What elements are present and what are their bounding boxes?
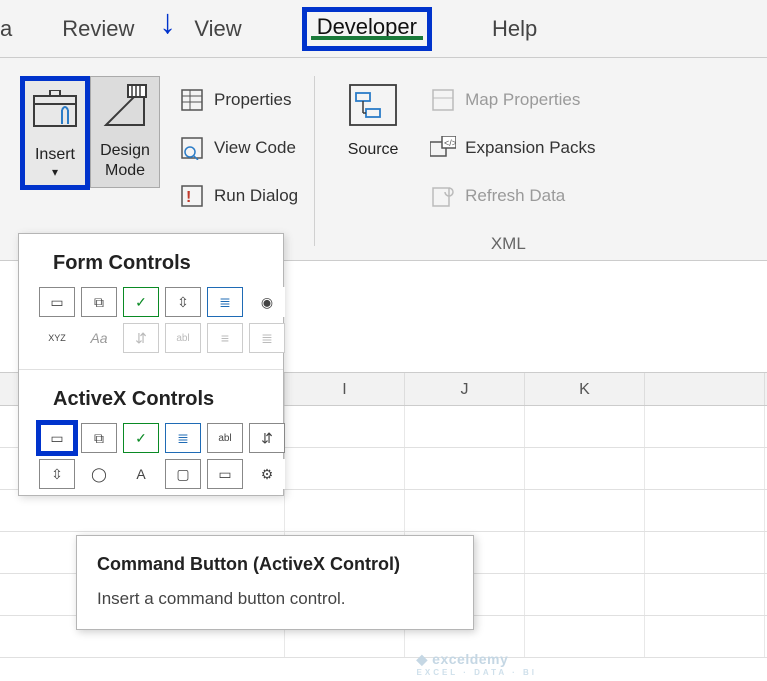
svg-text:</>: </> (444, 138, 456, 148)
expansion-packs-icon: </> (429, 134, 457, 162)
tooltip: Command Button (ActiveX Control) Insert … (76, 535, 474, 630)
tab-help[interactable]: Help (462, 0, 567, 57)
map-properties-button: Map Properties (429, 80, 595, 120)
refresh-data-button: Refresh Data (429, 176, 595, 216)
tab-developer[interactable]: Developer (272, 0, 462, 57)
activex-label-icon[interactable]: A (123, 459, 159, 489)
activex-controls-title: ActiveX Controls (19, 370, 283, 423)
map-properties-icon (429, 86, 457, 114)
watermark-sub: EXCEL · DATA · BI (417, 668, 537, 677)
properties-label: Properties (214, 90, 291, 110)
form-spin-icon[interactable]: ⇳ (165, 287, 201, 317)
view-code-label: View Code (214, 138, 296, 158)
tooltip-body: Insert a command button control. (97, 589, 453, 609)
source-icon (348, 82, 398, 128)
activex-scroll-icon[interactable]: ⇵ (249, 423, 285, 453)
xml-group-label: XML (421, 234, 595, 254)
activex-combo-icon[interactable]: ⧉ (81, 423, 117, 453)
insert-button[interactable]: Insert ▾ (20, 76, 90, 190)
run-dialog-label: Run Dialog (214, 186, 298, 206)
view-code-icon (178, 134, 206, 162)
form-list-icon[interactable]: ≣ (207, 287, 243, 317)
activex-checkbox-icon[interactable]: ✓ (123, 423, 159, 453)
tab-review[interactable]: Review (32, 0, 164, 57)
activex-toggle-icon[interactable]: ▭ (207, 459, 243, 489)
tooltip-title: Command Button (ActiveX Control) (97, 554, 453, 575)
chevron-down-icon: ▾ (52, 165, 58, 179)
form-combo-icon[interactable]: ⧉ (81, 287, 117, 317)
design-mode-label: Design Mode (100, 141, 150, 181)
annotation-arrow-icon: ↓ (159, 3, 176, 42)
activex-spin-icon[interactable]: ⇳ (39, 459, 75, 489)
ribbon-tabs: a Review View Developer Help (0, 0, 767, 58)
refresh-icon (429, 182, 457, 210)
col-header-j[interactable]: J (405, 373, 525, 405)
activex-command-button-icon[interactable]: ▭ (39, 423, 75, 453)
ruler-triangle-icon (100, 83, 150, 129)
col-header-i[interactable]: I (285, 373, 405, 405)
activex-text-icon[interactable]: abl (207, 423, 243, 453)
form-controls-title: Form Controls (19, 234, 283, 287)
insert-label: Insert (35, 145, 75, 165)
source-label: Source (348, 140, 399, 160)
col-header-k[interactable]: K (525, 373, 645, 405)
properties-icon (178, 86, 206, 114)
form-groupbox-icon[interactable]: XYZ (39, 323, 75, 353)
form-text-icon: abl (165, 323, 201, 353)
watermark-brand: exceldemy (432, 651, 508, 667)
form-combo3-icon: ≣ (249, 323, 285, 353)
watermark: ◆ exceldemy EXCEL · DATA · BI (417, 651, 537, 677)
run-dialog-button[interactable]: ! Run Dialog (178, 176, 298, 216)
ribbon-body: Insert ▾ Design Mode Properties View (0, 58, 767, 261)
form-checkbox-icon[interactable]: ✓ (123, 287, 159, 317)
properties-button[interactable]: Properties (178, 80, 298, 120)
form-label-icon[interactable]: Aa (81, 323, 117, 353)
activex-more-icon[interactable]: ⚙ (249, 459, 285, 489)
activex-list-icon[interactable]: ≣ (165, 423, 201, 453)
view-code-button[interactable]: View Code (178, 128, 298, 168)
run-dialog-icon: ! (178, 182, 206, 210)
toolbox-icon (30, 87, 80, 133)
activex-image-icon[interactable]: ▢ (165, 459, 201, 489)
source-button[interactable]: Source (331, 76, 415, 166)
form-button-icon[interactable]: ▭ (39, 287, 75, 317)
col-header[interactable] (645, 373, 765, 405)
tab-developer-label: Developer (302, 7, 432, 51)
expansion-packs-button[interactable]: </> Expansion Packs (429, 128, 595, 168)
tab-partial[interactable]: a (0, 0, 32, 57)
form-option-icon[interactable]: ◉ (249, 287, 285, 317)
expansion-packs-label: Expansion Packs (465, 138, 595, 158)
activex-option-icon[interactable]: ◯ (81, 459, 117, 489)
design-mode-button[interactable]: Design Mode (90, 76, 160, 188)
svg-text:!: ! (186, 189, 191, 206)
map-properties-label: Map Properties (465, 90, 580, 110)
tab-view[interactable]: View (164, 0, 271, 57)
form-combo2-icon: ≡ (207, 323, 243, 353)
insert-dropdown: Form Controls ▭ ⧉ ✓ ⇳ ≣ ◉ XYZ Aa ⇵ abl ≡… (18, 233, 284, 496)
refresh-data-label: Refresh Data (465, 186, 565, 206)
form-scroll-icon: ⇵ (123, 323, 159, 353)
